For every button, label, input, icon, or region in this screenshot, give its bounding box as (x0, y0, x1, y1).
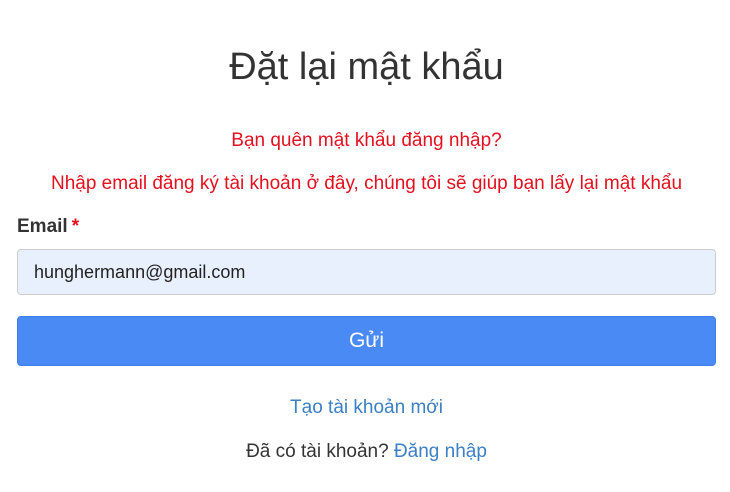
reset-instruction: Nhập email đăng ký tài khoản ở đây, chún… (50, 173, 683, 194)
forgot-password-question: Bạn quên mật khẩu đăng nhập? (231, 130, 502, 151)
create-account-row: Tạo tài khoản mới (17, 396, 716, 420)
email-input[interactable] (17, 249, 716, 295)
page-title: Đặt lại mật khẩu (229, 46, 504, 88)
email-label: Email * (17, 215, 79, 239)
create-account-link[interactable]: Tạo tài khoản mới (290, 397, 443, 418)
required-mark: * (71, 216, 80, 237)
submit-button[interactable]: Gửi (17, 316, 716, 366)
have-account-text: Đã có tài khoản? (246, 441, 389, 462)
login-link[interactable]: Đăng nhập (394, 441, 487, 462)
login-row: Đã có tài khoản? Đăng nhập (17, 440, 716, 464)
email-label-text: Email (17, 216, 68, 237)
